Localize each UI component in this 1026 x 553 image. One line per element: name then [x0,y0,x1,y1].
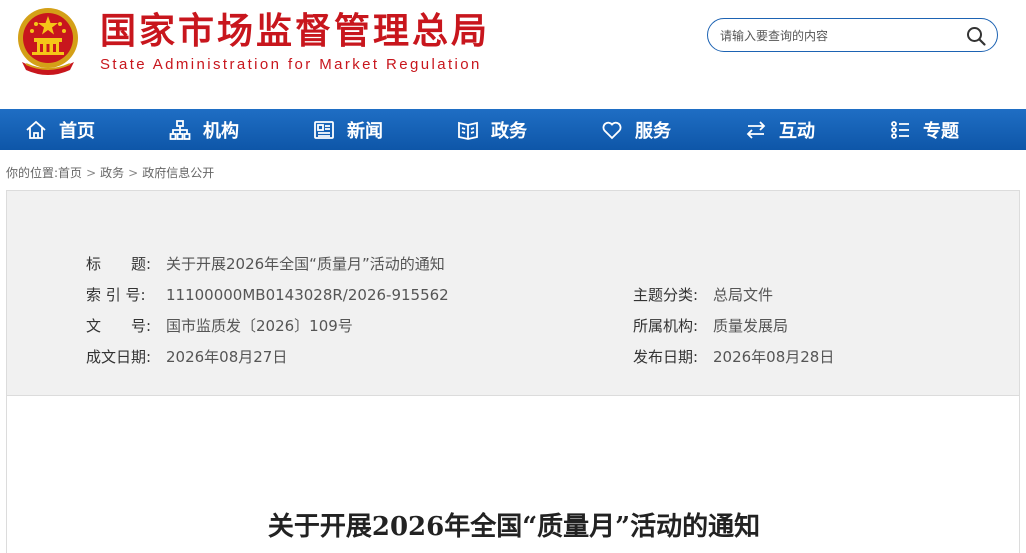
breadcrumb-government-link[interactable]: 政务 [100,166,124,180]
nav-item-service[interactable]: 服务 [601,109,671,150]
meta-value-category: 总局文件 [713,286,774,304]
heart-icon [602,121,622,139]
nav-label: 机构 [203,120,239,142]
nav-item-interaction[interactable]: 互动 [745,109,815,150]
meta-row-category: 主题分类: 总局文件 [633,284,773,305]
org-chart-icon [169,119,191,140]
nav-item-news[interactable]: 新闻 [313,109,383,150]
breadcrumb-prefix: 你的位置: [6,166,59,180]
site-header: 国家市场监督管理总局 State Administration for Mark… [0,0,1026,108]
national-emblem-icon[interactable] [12,4,84,78]
search-input[interactable] [720,26,960,46]
nav-item-org[interactable]: 机构 [169,109,239,150]
meta-value-title: 关于开展2026年全国“质量月”活动的通知 [166,255,445,273]
meta-row-date: 成文日期: 2026年08月27日 [86,346,287,367]
breadcrumb: 你的位置:首页 > 政务 > 政府信息公开 [6,164,214,181]
nav-label: 政务 [491,120,527,142]
nav-label: 专题 [923,120,959,142]
breadcrumb-home-link[interactable]: 首页 [58,166,82,180]
site-title-cn[interactable]: 国家市场监督管理总局 [100,10,490,54]
meta-value-date: 2026年08月27日 [166,348,288,366]
meta-row-docno: 文 号: 国市监质发〔2026〕109号 [86,315,353,336]
meta-value-org: 质量发展局 [713,317,789,335]
meta-label-title: 标 题: [86,255,152,273]
home-icon [26,120,46,139]
nav-item-government[interactable]: 政务 [457,109,527,150]
breadcrumb-disclosure-link[interactable]: 政府信息公开 [142,166,214,180]
nav-label: 互动 [779,120,815,142]
document-content: 关于开展2026年全国“质量月”活动的通知 [6,396,1020,553]
nav-item-home[interactable]: 首页 [25,109,95,150]
meta-value-publish: 2026年08月28日 [713,348,835,366]
site-title-en[interactable]: State Administration for Market Regulati… [100,56,482,73]
meta-row-index: 索 引 号: 11100000MB0143028R/2026-915562 [86,284,449,305]
meta-label-publish: 发布日期: [633,348,699,366]
breadcrumb-separator: > [128,166,139,180]
meta-label-org: 所属机构: [633,317,699,335]
meta-label-docno: 文 号: [86,317,152,335]
meta-value-docno: 国市监质发〔2026〕109号 [166,317,353,335]
search-icon[interactable] [965,25,987,47]
meta-label-category: 主题分类: [633,286,699,304]
topic-list-icon [891,120,909,139]
nav-label: 服务 [635,120,671,142]
nav-item-topics[interactable]: 专题 [889,109,959,150]
government-icon [458,121,478,140]
search-box [707,18,998,52]
meta-label-date: 成文日期: [86,348,152,366]
meta-row-publish: 发布日期: 2026年08月28日 [633,346,834,367]
document-meta-box: 标 题: 关于开展2026年全国“质量月”活动的通知 索 引 号: 11100000… [6,190,1020,396]
document-title: 关于开展2026年全国“质量月”活动的通知 [267,512,761,542]
nav-label: 新闻 [347,120,383,142]
main-nav: 首页 机构 新闻 政务 服务 互动 专题 [0,109,1026,150]
nav-label: 首页 [59,120,95,142]
exchange-arrows-icon [746,120,766,139]
breadcrumb-separator: > [86,166,97,180]
meta-label-index: 索 引 号: [86,286,146,304]
meta-row-title: 标 题: 关于开展2026年全国“质量月”活动的通知 [86,253,445,274]
meta-row-org: 所属机构: 质量发展局 [633,315,788,336]
meta-value-index: 11100000MB0143028R/2026-915562 [166,286,449,304]
news-icon [314,120,334,139]
